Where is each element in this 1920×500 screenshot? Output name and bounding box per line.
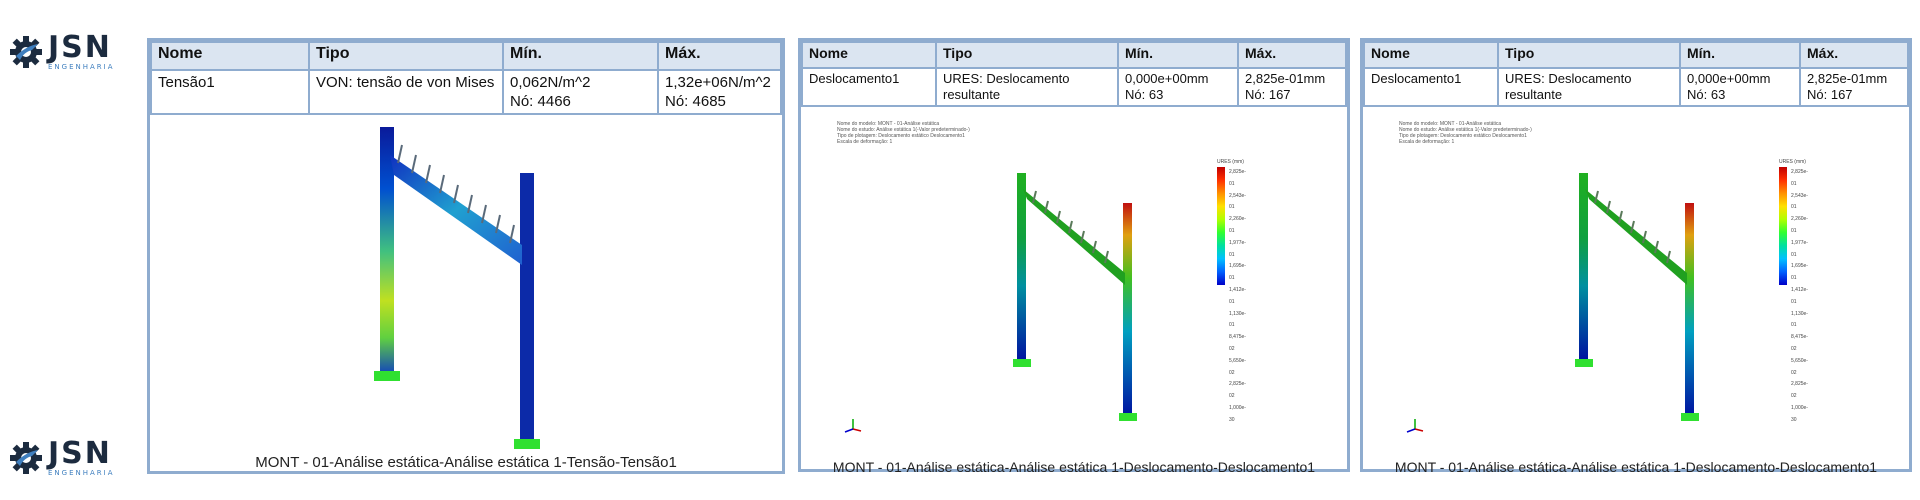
col-header-min: Mín. — [502, 41, 659, 71]
col-header-max: Máx. — [1237, 41, 1347, 69]
legend-ticks: 2,825e-01 2,543e-01 2,260e-01 1,977e-01 … — [1229, 167, 1246, 427]
legend-tick: 5,650e-02 — [1791, 357, 1808, 376]
displacement-results-panel-1: Nome Tipo Mín. Máx. Deslocamento1 URES: … — [798, 38, 1350, 475]
cell-min: 0,000e+00mm Nó: 63 — [1117, 67, 1239, 107]
table-row: Deslocamento1 URES: Deslocamento resulta… — [1363, 67, 1909, 107]
col-header-tipo: Tipo — [935, 41, 1119, 69]
displacement-model-image — [1575, 173, 1699, 421]
min-node: Nó: 4466 — [510, 93, 571, 110]
displacement-results-panel-2: Nome Tipo Mín. Máx. Deslocamento1 URES: … — [1360, 38, 1912, 475]
legend-tick: 2,825e-02 — [1229, 381, 1246, 400]
min-value: 0,000e+00mm — [1125, 71, 1209, 86]
cell-min: 0,062N/m^2 Nó: 4466 — [502, 69, 659, 115]
logo-name: JSN — [48, 436, 112, 471]
col-header-min: Mín. — [1679, 41, 1801, 69]
gear-icon — [10, 442, 42, 474]
legend-color-bar — [1779, 167, 1787, 285]
table-row: Deslocamento1 URES: Deslocamento resulta… — [801, 67, 1347, 107]
max-node: Nó: 167 — [1807, 87, 1853, 102]
min-node: Nó: 63 — [1125, 87, 1164, 102]
plot-caption: MONT - 01-Análise estática-Análise estát… — [832, 459, 1316, 475]
legend-tick: 1,977e-01 — [1229, 239, 1246, 258]
col-header-tipo: Tipo — [308, 41, 504, 71]
logo-name: JSN — [48, 30, 112, 65]
legend-tick: 1,977e-01 — [1791, 239, 1808, 258]
stress-plot-view: MONT - 01-Análise estática-Análise estát… — [150, 115, 782, 473]
max-value: 2,825e-01mm — [1807, 71, 1888, 86]
max-node: Nó: 4685 — [665, 93, 726, 110]
company-logo-bottom: JSN ENGENHARIA — [8, 436, 138, 480]
legend-title: URES (mm) — [1779, 159, 1806, 165]
legend-color-bar — [1217, 167, 1225, 285]
results-table: Nome Tipo Mín. Máx. Deslocamento1 URES: … — [801, 41, 1347, 107]
legend-tick: 1,695e-01 — [1791, 263, 1808, 282]
results-table: Nome Tipo Mín. Máx. Deslocamento1 URES: … — [1363, 41, 1909, 107]
displacement-plot-view: Nome do modelo: MONT - 01-Análise estáti… — [1363, 107, 1909, 477]
max-value: 2,825e-01mm — [1245, 71, 1326, 86]
legend-tick: 1,695e-01 — [1229, 263, 1246, 282]
cell-max: 2,825e-01mm Nó: 167 — [1799, 67, 1909, 107]
col-header-nome: Nome — [150, 41, 310, 71]
table-row: Tensão1 VON: tensão de von Mises 0,062N/… — [150, 69, 782, 115]
legend-tick: 2,543e-01 — [1791, 192, 1808, 211]
legend-tick: 2,825e-01 — [1229, 169, 1246, 187]
col-header-nome: Nome — [801, 41, 937, 69]
legend-tick: 2,260e-01 — [1229, 216, 1246, 234]
col-header-nome: Nome — [1363, 41, 1499, 69]
table-header-row: Nome Tipo Mín. Máx. — [801, 41, 1347, 69]
cell-min: 0,000e+00mm Nó: 63 — [1679, 67, 1801, 107]
cell-max: 1,32e+06N/m^2 Nó: 4685 — [657, 69, 782, 115]
cell-nome: Deslocamento1 — [1363, 67, 1499, 107]
logo-subtitle: ENGENHARIA — [48, 63, 115, 71]
legend-tick: 1,412e-01 — [1791, 286, 1808, 305]
legend-tick: 5,650e-02 — [1229, 357, 1246, 376]
displacement-plot-view: Nome do modelo: MONT - 01-Análise estáti… — [801, 107, 1347, 477]
legend-tick: 2,825e-01 — [1791, 169, 1808, 187]
col-header-min: Mín. — [1117, 41, 1239, 69]
col-header-max: Máx. — [657, 41, 782, 71]
col-header-max: Máx. — [1799, 41, 1909, 69]
table-header-row: Nome Tipo Mín. Máx. — [1363, 41, 1909, 69]
displacement-model-image — [1013, 173, 1137, 421]
plot-caption: MONT - 01-Análise estática-Análise estát… — [1394, 459, 1878, 475]
legend-tick: 8,475e-02 — [1791, 334, 1808, 352]
legend-tick: 2,825e-02 — [1791, 381, 1808, 400]
color-legend: URES (mm) 2,825e-01 2,543e-01 2,260e-01 … — [1779, 159, 1808, 423]
cell-nome: Tensão1 — [150, 69, 310, 115]
cell-tipo: URES: Deslocamento resultante — [1497, 67, 1681, 107]
legend-ticks: 2,825e-01 2,543e-01 2,260e-01 1,977e-01 … — [1791, 167, 1808, 427]
cell-nome: Deslocamento1 — [801, 67, 937, 107]
cell-tipo: URES: Deslocamento resultante — [935, 67, 1119, 107]
max-value: 1,32e+06N/m^2 — [665, 74, 771, 91]
max-node: Nó: 167 — [1245, 87, 1291, 102]
axis-triad-icon — [844, 419, 862, 433]
axis-triad-icon — [1406, 419, 1424, 433]
cell-tipo: VON: tensão de von Mises — [308, 69, 504, 115]
company-logo-top: JSN ENGENHARIA — [8, 30, 138, 74]
results-table: Nome Tipo Mín. Máx. Tensão1 VON: tensão … — [150, 41, 782, 115]
col-header-tipo: Tipo — [1497, 41, 1681, 69]
legend-tick: 1,000e-30 — [1791, 404, 1808, 423]
logo-subtitle: ENGENHARIA — [48, 469, 115, 477]
legend-tick: 2,543e-01 — [1229, 192, 1246, 211]
min-value: 0,062N/m^2 — [510, 74, 591, 91]
min-value: 0,000e+00mm — [1687, 71, 1771, 86]
legend-tick: 8,475e-02 — [1229, 334, 1246, 352]
gear-icon — [10, 36, 42, 68]
stress-model-image — [374, 127, 540, 449]
cell-max: 2,825e-01mm Nó: 167 — [1237, 67, 1347, 107]
color-legend: URES (mm) 2,825e-01 2,543e-01 2,260e-01 … — [1217, 159, 1246, 423]
legend-title: URES (mm) — [1217, 159, 1244, 165]
legend-tick: 1,000e-30 — [1229, 404, 1246, 423]
plot-caption: MONT - 01-Análise estática-Análise estát… — [255, 454, 677, 471]
legend-tick: 1,412e-01 — [1229, 286, 1246, 305]
legend-tick: 1,130e-01 — [1229, 310, 1246, 329]
legend-tick: 1,130e-01 — [1791, 310, 1808, 329]
stress-results-panel: Nome Tipo Mín. Máx. Tensão1 VON: tensão … — [147, 38, 785, 474]
legend-tick: 2,260e-01 — [1791, 216, 1808, 234]
table-header-row: Nome Tipo Mín. Máx. — [150, 41, 782, 71]
min-node: Nó: 63 — [1687, 87, 1726, 102]
